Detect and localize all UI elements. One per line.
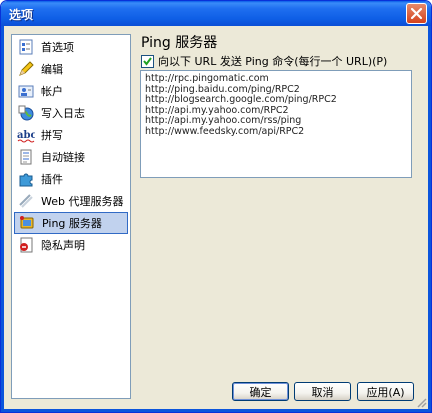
spelling-abc-icon: abc xyxy=(17,126,35,144)
sidebar-item-preferences[interactable]: 首选项 xyxy=(14,36,128,58)
sidebar-item-label: Ping 服务器 xyxy=(42,217,102,230)
sidebar-item-spelling[interactable]: abc 拼写 xyxy=(14,124,128,146)
sidebar-item-account[interactable]: 帐户 xyxy=(14,80,128,102)
url-line: http://rpc.pingomatic.com xyxy=(145,73,269,84)
url-line: http://blogsearch.google.com/ping/RPC2 xyxy=(145,94,337,105)
sidebar-item-autolink[interactable]: 自动链接 xyxy=(14,146,128,168)
sidebar-item-write-log[interactable]: 写入日志 xyxy=(14,102,128,124)
sidebar-item-label: 帐户 xyxy=(41,85,63,98)
send-ping-checkbox[interactable] xyxy=(141,54,154,68)
apply-button[interactable]: 应用(A) xyxy=(357,382,414,401)
sidebar-item-label: 插件 xyxy=(41,173,63,186)
window-frame-left xyxy=(1,26,4,412)
pencil-icon xyxy=(17,60,35,78)
puzzle-icon xyxy=(17,170,35,188)
window-frame-right xyxy=(428,26,431,412)
sidebar-item-privacy[interactable]: 隐私声明 xyxy=(14,234,128,256)
window-title: 选项 xyxy=(9,8,34,22)
sidebar-item-label: 拼写 xyxy=(41,129,63,142)
sidebar-item-web-proxy[interactable]: Web 代理服务器 xyxy=(14,190,128,212)
url-line: http://api.my.yahoo.com/rss/ping xyxy=(145,115,302,126)
sidebar-item-label: 写入日志 xyxy=(41,107,85,120)
send-ping-option[interactable]: 向以下 URL 发送 Ping 命令(每行一个 URL)(P) xyxy=(141,53,387,69)
sidebar-item-edit[interactable]: 编辑 xyxy=(14,58,128,80)
page-title: Ping 服务器 xyxy=(141,35,218,51)
send-ping-checkbox-label: 向以下 URL 发送 Ping 命令(每行一个 URL)(P) xyxy=(158,55,388,68)
globe-log-icon xyxy=(17,104,35,122)
sidebar-item-label: 首选项 xyxy=(41,41,74,54)
account-icon xyxy=(17,82,35,100)
sidebar-item-label: 隐私声明 xyxy=(41,239,85,252)
window-frame-bottom xyxy=(1,409,431,412)
ping-server-icon xyxy=(18,214,36,232)
sidebar-item-label: 自动链接 xyxy=(41,151,85,164)
privacy-icon xyxy=(17,236,35,254)
sidebar-item-label: Web 代理服务器 xyxy=(41,195,124,208)
cancel-button[interactable]: 取消 xyxy=(294,382,351,401)
web-proxy-icon xyxy=(17,192,35,210)
checkmark-icon xyxy=(143,56,152,66)
sidebar-item-ping-server[interactable]: Ping 服务器 xyxy=(14,212,128,234)
ping-url-textarea[interactable]: http://rpc.pingomatic.com http://ping.ba… xyxy=(140,70,412,178)
options-category-list: 首选项 编辑 帐户 写入日志 abc 拼写 自动链接 插件 Web 代理服务器 … xyxy=(11,34,131,399)
url-line: http://www.feedsky.com/api/RPC2 xyxy=(145,125,305,137)
resize-grip-icon[interactable] xyxy=(416,397,427,408)
options-dialog: 选项 首选项 编辑 帐户 写入日志 abc 拼写 自动链接 插件 Web 代理服… xyxy=(0,0,432,413)
sidebar-item-plugins[interactable]: 插件 xyxy=(14,168,128,190)
ok-button[interactable]: 确定 xyxy=(232,382,289,401)
close-icon xyxy=(410,7,423,20)
svg-text:abc: abc xyxy=(17,130,35,141)
autolink-icon xyxy=(17,148,35,166)
close-button[interactable] xyxy=(406,3,427,24)
preferences-icon xyxy=(17,38,35,56)
title-bar[interactable]: 选项 xyxy=(1,1,431,26)
sidebar-item-label: 编辑 xyxy=(41,63,63,76)
